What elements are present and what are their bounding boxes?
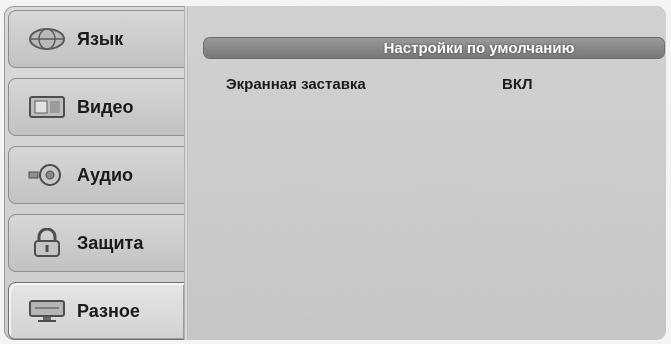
sidebar-item-label: Видео <box>77 96 134 117</box>
sidebar-item-video[interactable]: Видео <box>8 78 184 136</box>
default-settings-header[interactable]: Настройки по умолчанию <box>204 38 664 58</box>
menu-frame: Язык Видео Аудио Защита Разное Настройки… <box>4 6 666 340</box>
sidebar: Язык Видео Аудио Защита Разное <box>4 6 184 340</box>
setting-row-screensaver[interactable]: Экранная заставка ВКЛ <box>226 72 646 96</box>
sidebar-item-label: Язык <box>77 28 124 49</box>
audio-speaker-icon <box>25 159 69 191</box>
lock-icon <box>25 227 69 259</box>
sidebar-item-security[interactable]: Защита <box>8 214 184 272</box>
sidebar-item-label: Защита <box>77 232 144 253</box>
language-globe-icon <box>25 23 69 55</box>
sidebar-item-audio[interactable]: Аудио <box>8 146 184 204</box>
sidebar-item-misc[interactable]: Разное <box>8 282 184 340</box>
setting-value: ВКЛ <box>502 75 533 93</box>
sidebar-item-label: Разное <box>77 300 140 321</box>
misc-display-icon <box>25 295 69 327</box>
setting-name: Экранная заставка <box>226 75 366 93</box>
page-title: Настройки по умолчанию <box>383 39 575 57</box>
sidebar-item-language[interactable]: Язык <box>8 10 184 68</box>
settings-panel: Настройки по умолчанию Экранная заставка… <box>188 6 666 340</box>
screen: Язык Видео Аудио Защита Разное Настройки… <box>0 0 671 344</box>
video-screen-icon <box>25 91 69 123</box>
sidebar-item-label: Аудио <box>77 164 134 185</box>
